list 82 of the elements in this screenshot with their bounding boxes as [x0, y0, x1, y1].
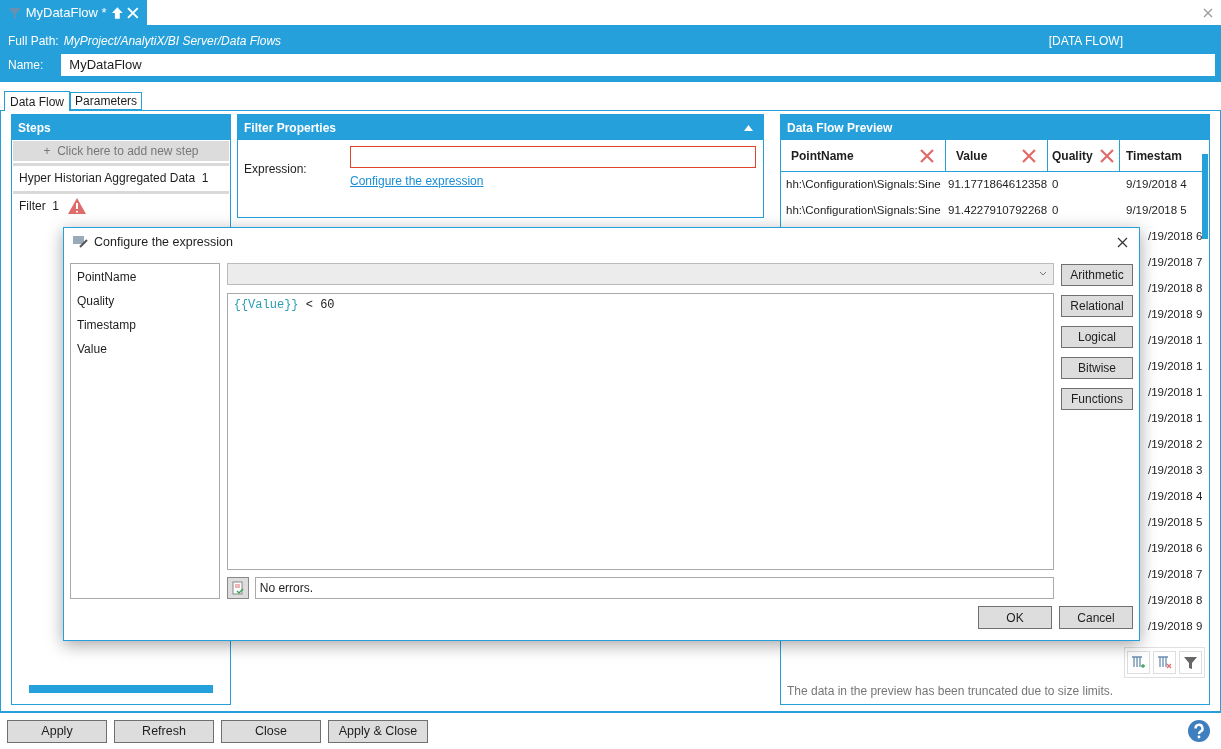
cancel-button[interactable]: Cancel — [1059, 606, 1133, 629]
dialog-title: Configure the expression — [94, 233, 233, 251]
table-cell: hh:\Configuration\Signals:Sine — [786, 204, 941, 217]
footer-button[interactable]: Apply & Close — [328, 719, 428, 743]
remove-icon[interactable] — [1021, 147, 1037, 164]
footer-button[interactable]: Apply — [7, 719, 107, 743]
panel-title: Filter Properties — [244, 119, 337, 137]
full-path: MyProject/AnalytiX/BI Server/Data Flows — [63, 33, 282, 50]
column-header[interactable]: Quality — [1052, 146, 1093, 165]
scrollbar[interactable] — [29, 685, 213, 693]
ok-button[interactable]: OK — [978, 606, 1052, 629]
table-cell: /19/2018 9 — [1148, 308, 1202, 321]
table-cell: /19/2018 3 — [1148, 464, 1202, 477]
field-item[interactable]: Timestamp — [77, 316, 213, 334]
table-cell: 91.4227910792268 — [948, 204, 1048, 217]
table-cell: /19/2018 1 — [1148, 360, 1202, 373]
document-check-icon — [230, 581, 245, 596]
remove-icon[interactable] — [1099, 147, 1115, 164]
document-title: MyDataFlow * — [25, 3, 107, 22]
table-cell: 0 — [1052, 204, 1059, 217]
remove-column-button[interactable] — [1153, 651, 1176, 674]
table-cell: /19/2018 8 — [1148, 594, 1202, 607]
type-label: [DATA FLOW] — [1048, 33, 1123, 50]
operator-button[interactable]: Logical — [1061, 326, 1133, 348]
table-cell: 9/19/2018 5 — [1126, 204, 1187, 217]
table-cell: 9/19/2018 4 — [1126, 178, 1187, 191]
validate-button[interactable] — [226, 577, 249, 599]
table-cell: /19/2018 6 — [1148, 542, 1202, 555]
table-cell: /19/2018 6 — [1148, 230, 1202, 243]
panel-title: Data Flow Preview — [781, 115, 1209, 140]
name-field[interactable]: MyDataFlow — [61, 54, 1215, 76]
table-cell: /19/2018 4 — [1148, 490, 1202, 503]
collapse-icon[interactable] — [744, 124, 753, 131]
configure-link[interactable]: Configure the expression — [350, 172, 757, 190]
close-icon[interactable] — [1117, 236, 1128, 248]
column-header[interactable]: Timestam — [1126, 146, 1182, 165]
operator-button[interactable]: Arithmetic — [1061, 264, 1133, 286]
table-cell: 91.1771864612358 — [948, 178, 1048, 191]
footer-button[interactable]: Close — [221, 719, 321, 743]
scrollbar[interactable] — [1202, 154, 1208, 239]
table-cell: /19/2018 1 — [1148, 412, 1202, 425]
tab[interactable]: Parameters — [70, 92, 143, 110]
table-cell: /19/2018 5 — [1148, 516, 1202, 529]
filter-icon — [1183, 655, 1198, 670]
table-cell: /19/2018 7 — [1148, 256, 1202, 269]
name-label: Name: — [8, 57, 44, 74]
column-header[interactable]: PointName — [791, 146, 854, 165]
table-cell: /19/2018 1 — [1148, 386, 1202, 399]
table-cell: hh:\Configuration\Signals:Sine — [786, 178, 941, 191]
table-cell: /19/2018 9 — [1148, 620, 1202, 633]
dropdown[interactable] — [226, 263, 1054, 285]
status-field: No errors. — [254, 577, 1054, 599]
table-cell: 0 — [1052, 178, 1059, 191]
truncation-note: The data in the preview has been truncated due to size limits. — [786, 683, 1115, 700]
table-cell: /19/2018 1 — [1148, 334, 1202, 347]
add-column-icon — [1131, 655, 1146, 670]
tab[interactable]: Data Flow — [4, 91, 71, 111]
expression-label: Expression: — [244, 161, 308, 178]
step-item[interactable]: Hyper Historian Aggregated Data 1 — [19, 168, 209, 187]
operator-button[interactable]: Functions — [1061, 388, 1133, 410]
field-item[interactable]: PointName — [77, 268, 213, 286]
field-item[interactable]: Quality — [77, 292, 213, 310]
chevron-icon — [1039, 271, 1047, 277]
column-header[interactable]: Value — [956, 146, 988, 165]
remove-column-icon — [1157, 655, 1172, 670]
operator-button[interactable]: Bitwise — [1061, 357, 1133, 379]
operator-button[interactable]: Relational — [1061, 295, 1133, 317]
table-cell: /19/2018 2 — [1148, 438, 1202, 451]
funnel-icon — [8, 5, 22, 20]
help-icon[interactable] — [1188, 720, 1210, 742]
footer-button[interactable]: Refresh — [114, 719, 214, 743]
full-path-label: Full Path: — [8, 33, 59, 50]
table-cell: /19/2018 8 — [1148, 282, 1202, 295]
expression-field[interactable] — [350, 146, 756, 168]
step-item[interactable]: Filter 1 — [19, 196, 59, 215]
remove-icon[interactable] — [919, 147, 935, 164]
add-column-button[interactable] — [1127, 651, 1150, 674]
expression-editor[interactable]: {{Value}} < 60 — [226, 292, 1054, 571]
field-item[interactable]: Value — [77, 340, 213, 358]
panel-title: Steps — [12, 115, 230, 140]
table-cell: /19/2018 7 — [1148, 568, 1202, 581]
filter-button[interactable] — [1179, 651, 1202, 674]
